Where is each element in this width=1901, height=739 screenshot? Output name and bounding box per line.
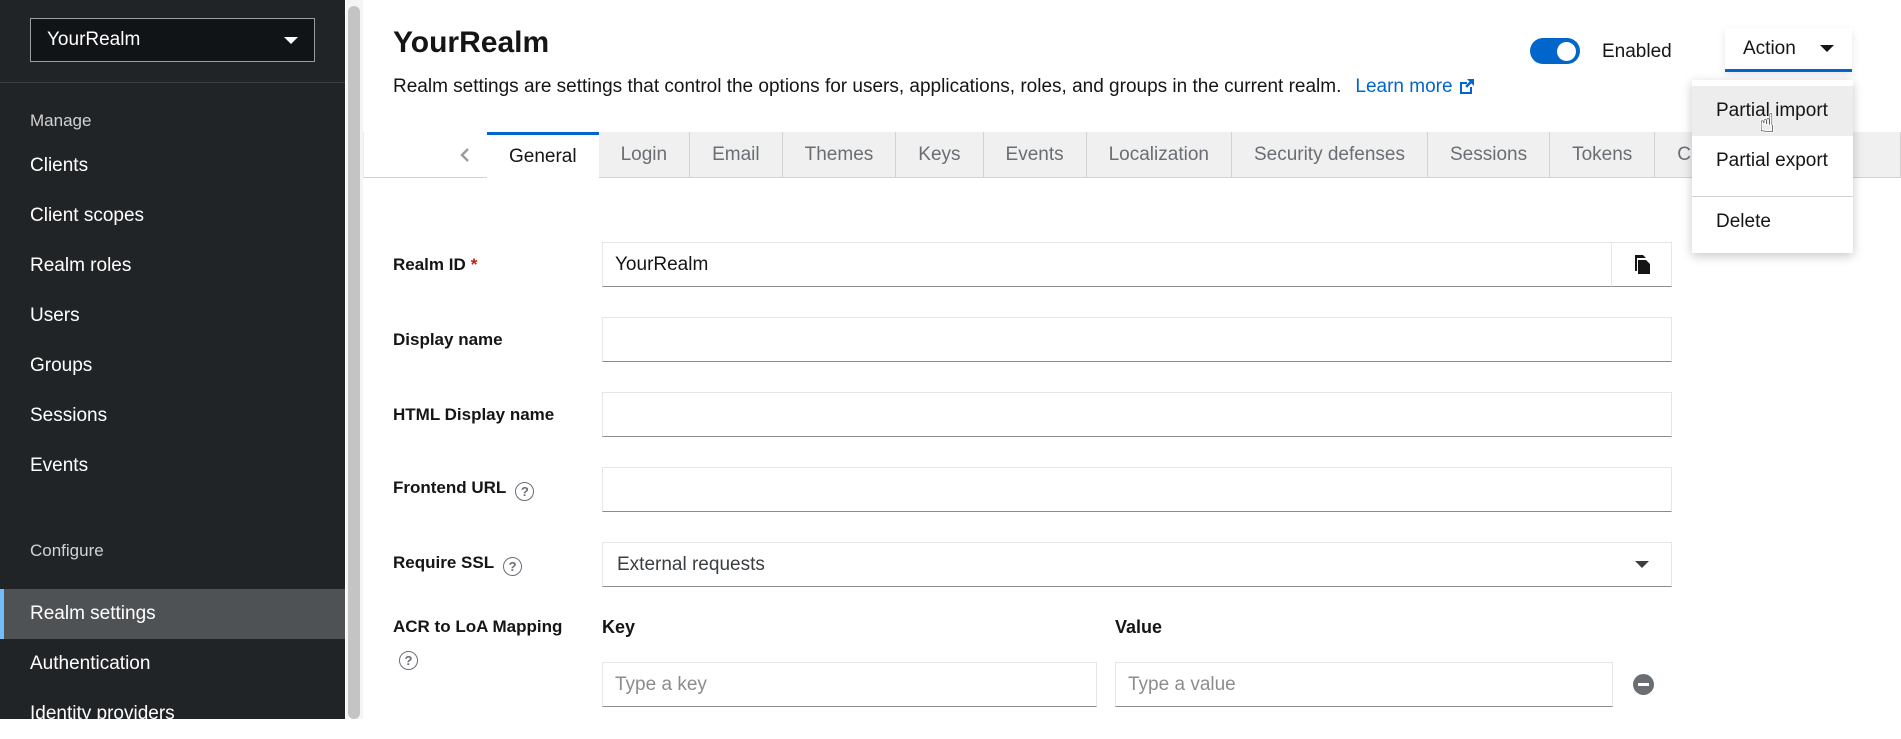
toggle-knob bbox=[1557, 42, 1576, 61]
sidebar-item-identity-providers[interactable]: Identity providers bbox=[0, 689, 345, 739]
help-icon[interactable]: ? bbox=[515, 482, 534, 501]
html-display-name-label: HTML Display name bbox=[393, 405, 602, 425]
action-button-label: Action bbox=[1743, 38, 1796, 60]
learn-more-label: Learn more bbox=[1355, 76, 1452, 97]
html-display-name-input[interactable] bbox=[602, 392, 1672, 437]
learn-more-link[interactable]: Learn more bbox=[1355, 76, 1474, 97]
chevron-down-icon bbox=[284, 37, 298, 44]
tab-localization[interactable]: Localization bbox=[1087, 132, 1232, 178]
vertical-scrollbar bbox=[346, 0, 363, 719]
require-ssl-label: Require SSL? bbox=[393, 553, 602, 576]
realm-selector-label: YourRealm bbox=[47, 29, 140, 51]
required-asterisk: * bbox=[471, 255, 478, 274]
menu-item-partial-export[interactable]: Partial export bbox=[1692, 136, 1853, 186]
acr-value-input[interactable] bbox=[1115, 662, 1613, 707]
page-description-text: Realm settings are settings that control… bbox=[393, 76, 1341, 97]
sidebar-item-users[interactable]: Users bbox=[0, 291, 345, 341]
external-link-icon bbox=[1459, 78, 1475, 100]
require-ssl-row: Require SSL? External requests bbox=[393, 542, 1672, 587]
tabs-scroll-left-button[interactable] bbox=[457, 146, 473, 164]
sidebar-item-clients[interactable]: Clients bbox=[0, 141, 345, 191]
scrollbar-thumb[interactable] bbox=[348, 6, 360, 719]
sidebar: YourRealm Manage Clients Client scopes R… bbox=[0, 0, 345, 719]
display-name-input[interactable] bbox=[602, 317, 1672, 362]
sidebar-item-events[interactable]: Events bbox=[0, 441, 345, 491]
frontend-url-label: Frontend URL? bbox=[393, 478, 602, 501]
display-name-label: Display name bbox=[393, 330, 602, 350]
page-title: YourRealm bbox=[393, 26, 549, 60]
help-icon[interactable]: ? bbox=[399, 651, 418, 670]
minus-circle-icon[interactable] bbox=[1633, 674, 1654, 695]
main-content: YourRealm Realm settings are settings th… bbox=[363, 0, 1901, 719]
copy-icon bbox=[1632, 254, 1652, 276]
tab-login[interactable]: Login bbox=[599, 132, 691, 178]
tab-keys[interactable]: Keys bbox=[896, 132, 983, 178]
menu-item-delete[interactable]: Delete bbox=[1692, 197, 1853, 247]
page-description: Realm settings are settings that control… bbox=[393, 76, 1475, 100]
realm-selector-dropdown[interactable]: YourRealm bbox=[30, 18, 315, 62]
tab-security-defenses[interactable]: Security defenses bbox=[1232, 132, 1428, 178]
require-ssl-selected-value: External requests bbox=[617, 554, 765, 576]
mouse-pointer-icon: ☝ bbox=[1759, 108, 1775, 139]
tab-events[interactable]: Events bbox=[984, 132, 1087, 178]
realm-id-label: Realm ID * bbox=[393, 255, 602, 275]
tabs-bar: General Login Email Themes Keys Events L… bbox=[363, 132, 1901, 178]
action-dropdown-menu: Partial import Partial export Delete bbox=[1692, 80, 1853, 253]
frontend-url-label-text: Frontend URL bbox=[393, 478, 506, 497]
sidebar-nav: Manage Clients Client scopes Realm roles… bbox=[0, 82, 345, 739]
sidebar-item-groups[interactable]: Groups bbox=[0, 341, 345, 391]
angle-left-icon bbox=[457, 146, 473, 164]
realm-id-input[interactable] bbox=[602, 242, 1612, 287]
nav-section-configure: Configure bbox=[0, 491, 345, 589]
general-settings-form: Realm ID * Display name HTML Display name bbox=[393, 242, 1672, 707]
sidebar-item-authentication[interactable]: Authentication bbox=[0, 639, 345, 689]
enabled-label: Enabled bbox=[1602, 41, 1672, 63]
acr-loa-mapping-row: ACR to LoA Mapping ? Key Value bbox=[393, 617, 1672, 707]
copy-to-clipboard-button[interactable] bbox=[1612, 242, 1672, 287]
sidebar-item-realm-roles[interactable]: Realm roles bbox=[0, 241, 345, 291]
tab-themes[interactable]: Themes bbox=[783, 132, 897, 178]
tab-general[interactable]: General bbox=[487, 132, 599, 178]
require-ssl-label-text: Require SSL bbox=[393, 553, 494, 572]
acr-key-input[interactable] bbox=[602, 662, 1097, 707]
nav-section-manage: Manage bbox=[0, 83, 345, 141]
display-name-row: Display name bbox=[393, 317, 1672, 362]
require-ssl-select[interactable]: External requests bbox=[602, 542, 1672, 587]
html-display-name-row: HTML Display name bbox=[393, 392, 1672, 437]
realm-id-label-text: Realm ID bbox=[393, 255, 466, 274]
tab-tokens[interactable]: Tokens bbox=[1550, 132, 1655, 178]
realm-id-row: Realm ID * bbox=[393, 242, 1672, 287]
acr-loa-label: ACR to LoA Mapping bbox=[393, 617, 602, 637]
action-dropdown-button[interactable]: Action bbox=[1725, 28, 1852, 72]
tabs-leading-area bbox=[363, 132, 487, 178]
caret-down-icon bbox=[1820, 45, 1834, 52]
sidebar-item-client-scopes[interactable]: Client scopes bbox=[0, 191, 345, 241]
frontend-url-row: Frontend URL? bbox=[393, 467, 1672, 512]
frontend-url-input[interactable] bbox=[602, 467, 1672, 512]
enabled-toggle[interactable] bbox=[1530, 38, 1580, 64]
sidebar-item-sessions[interactable]: Sessions bbox=[0, 391, 345, 441]
sidebar-item-realm-settings[interactable]: Realm settings bbox=[0, 589, 345, 639]
value-column-header: Value bbox=[1115, 617, 1613, 638]
tab-email[interactable]: Email bbox=[690, 132, 783, 178]
tab-sessions[interactable]: Sessions bbox=[1428, 132, 1550, 178]
caret-down-icon bbox=[1635, 561, 1649, 568]
help-icon[interactable]: ? bbox=[503, 557, 522, 576]
key-column-header: Key bbox=[602, 617, 1097, 638]
